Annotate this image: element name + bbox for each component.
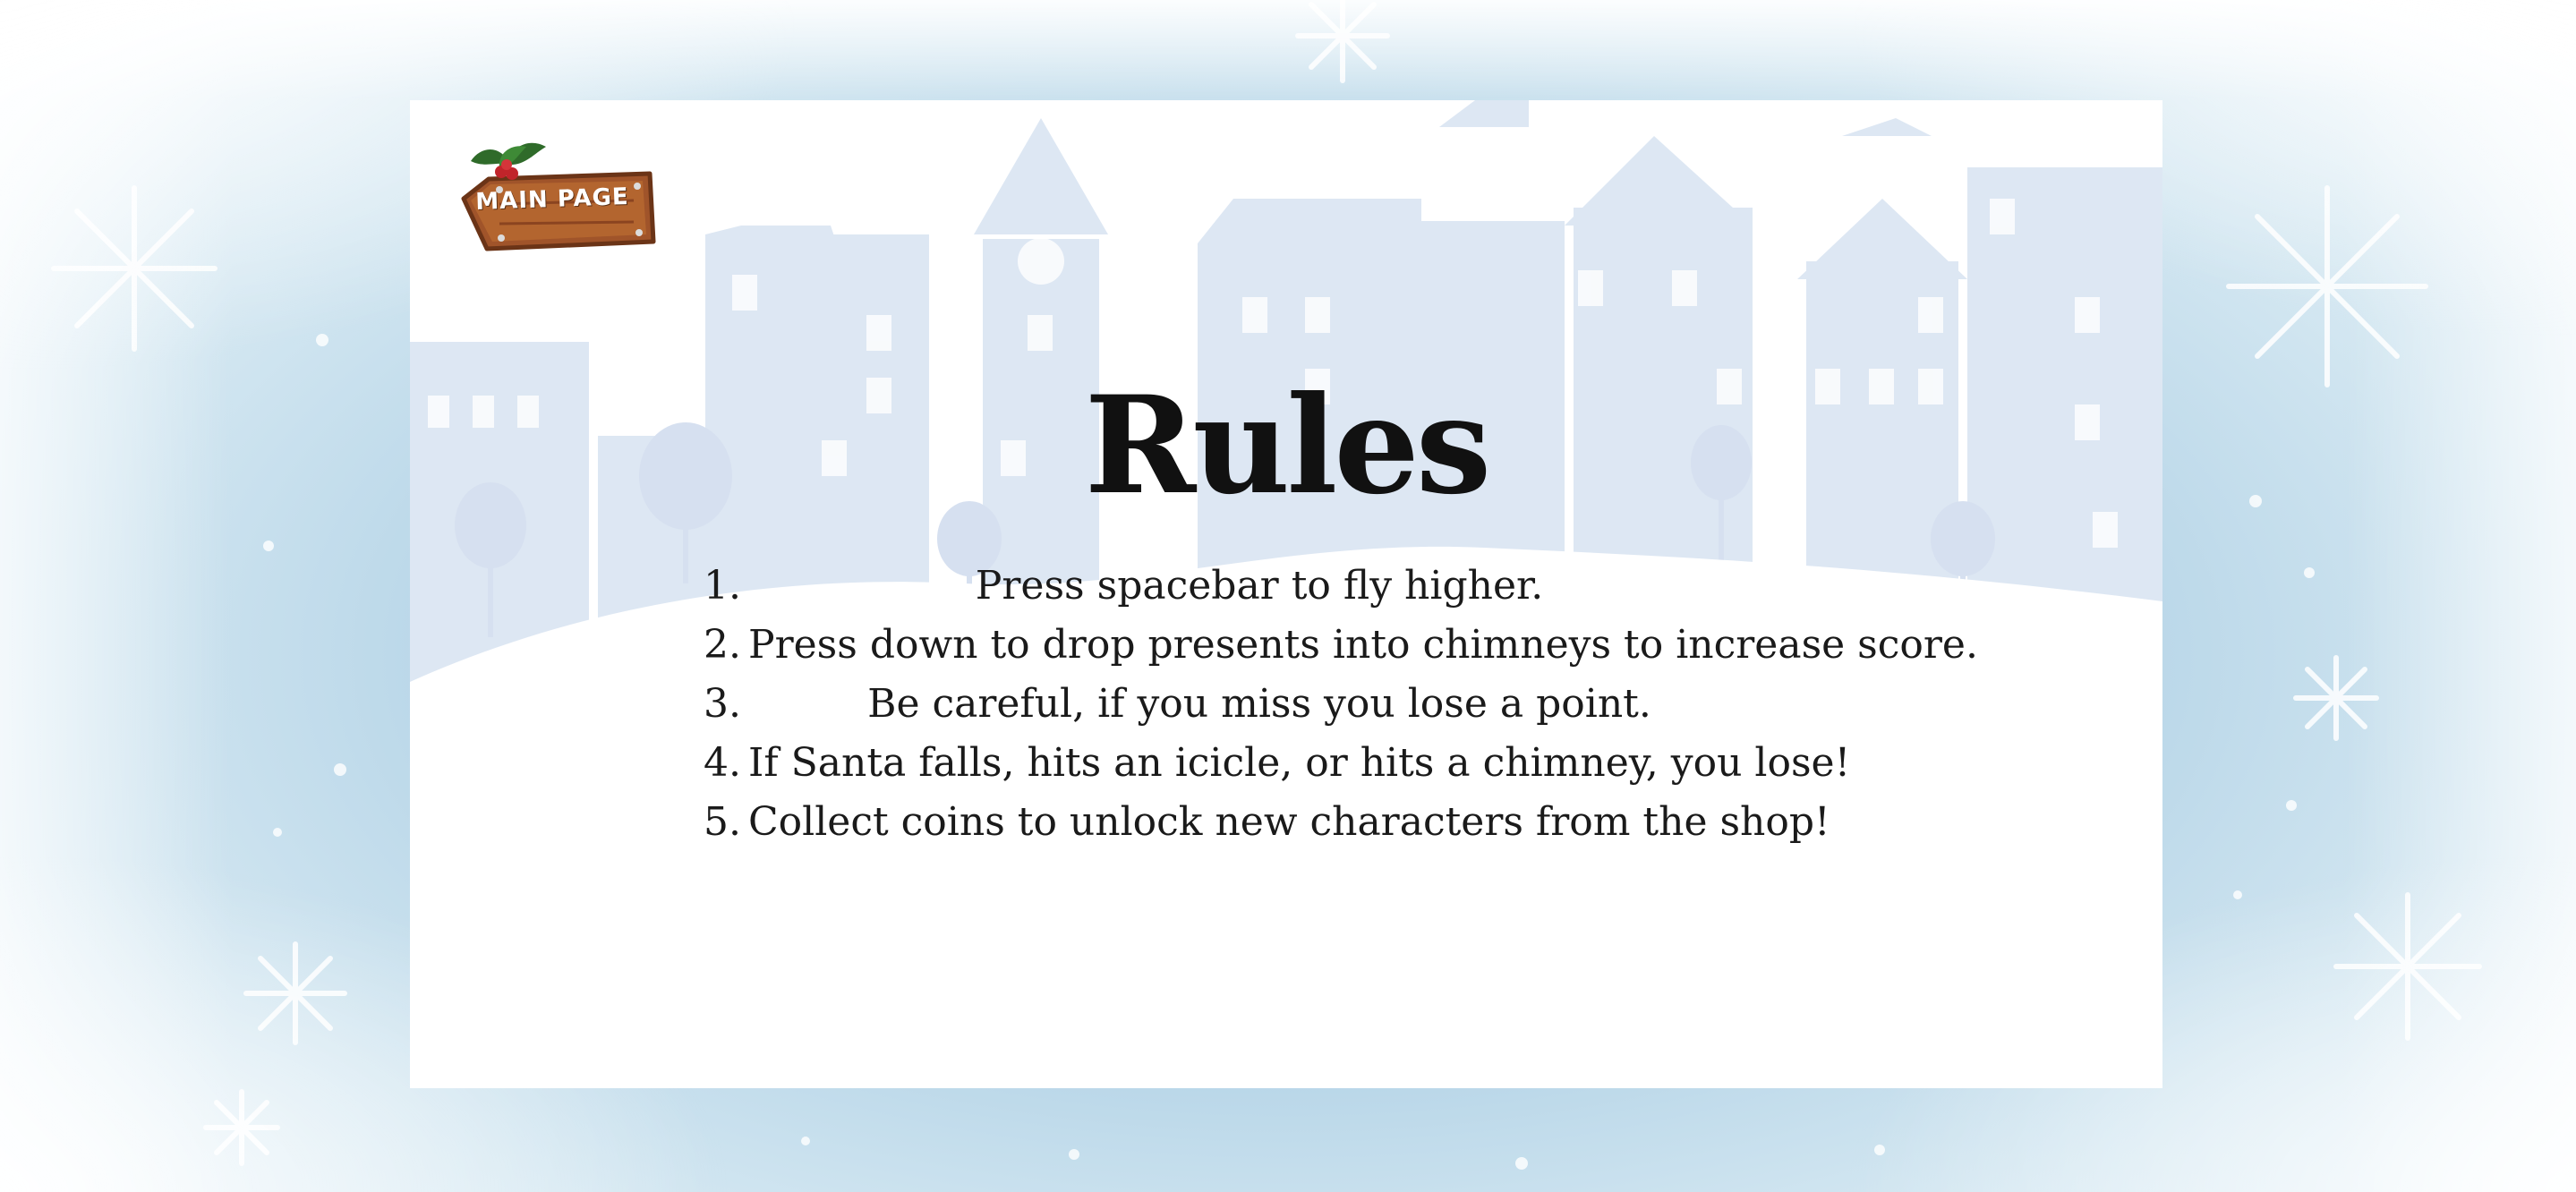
- rule-number: 1.: [704, 563, 741, 609]
- rule-number: 5.: [704, 799, 741, 845]
- rules-list: 1. Press spacebar to fly higher. 2. Pres…: [410, 557, 2162, 852]
- rule-item: 5. Collect coins to unlock new character…: [410, 793, 2162, 852]
- rule-item: 3. Be careful, if you miss you lose a po…: [410, 675, 2162, 734]
- rule-number: 4.: [704, 740, 741, 786]
- rule-number: 3.: [704, 681, 741, 727]
- rule-text: Collect coins to unlock new characters f…: [748, 799, 1830, 845]
- rule-number: 2.: [704, 622, 741, 668]
- rule-text: If Santa falls, hits an icicle, or hits …: [748, 740, 1851, 786]
- rules-panel: MAIN PAGE Rules 1. Press spacebar to fly…: [410, 100, 2162, 1088]
- rule-item: 4. If Santa falls, hits an icicle, or hi…: [410, 734, 2162, 793]
- page-title: Rules: [1084, 366, 1492, 524]
- holly-icon: [471, 142, 546, 180]
- rule-text: Be careful, if you miss you lose a point…: [867, 681, 1651, 727]
- rule-item: 2. Press down to drop presents into chim…: [410, 616, 2162, 675]
- rule-text: Press spacebar to fly higher.: [975, 563, 1544, 609]
- rule-item: 1. Press spacebar to fly higher.: [410, 557, 2162, 616]
- main-page-sign-button[interactable]: MAIN PAGE: [446, 118, 670, 252]
- rule-text: Press down to drop presents into chimney…: [748, 622, 1978, 668]
